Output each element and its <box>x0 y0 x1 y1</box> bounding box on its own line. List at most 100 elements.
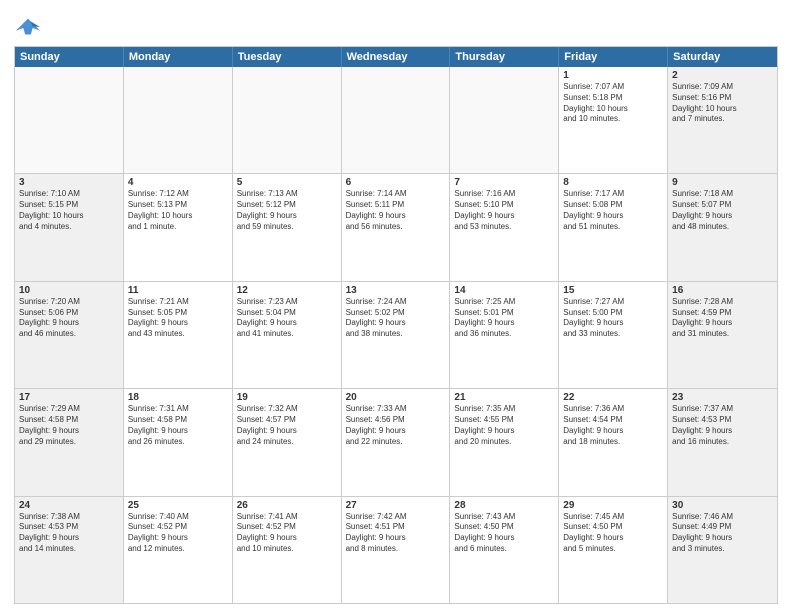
calendar-cell: 4Sunrise: 7:12 AM Sunset: 5:13 PM Daylig… <box>124 174 233 280</box>
day-info: Sunrise: 7:27 AM Sunset: 5:00 PM Dayligh… <box>563 297 663 340</box>
day-info: Sunrise: 7:25 AM Sunset: 5:01 PM Dayligh… <box>454 297 554 340</box>
day-info: Sunrise: 7:37 AM Sunset: 4:53 PM Dayligh… <box>672 404 773 447</box>
calendar-cell: 24Sunrise: 7:38 AM Sunset: 4:53 PM Dayli… <box>15 497 124 603</box>
day-info: Sunrise: 7:41 AM Sunset: 4:52 PM Dayligh… <box>237 512 337 555</box>
calendar-day-header: Sunday <box>15 47 124 67</box>
calendar-day-header: Saturday <box>668 47 777 67</box>
calendar-cell: 18Sunrise: 7:31 AM Sunset: 4:58 PM Dayli… <box>124 389 233 495</box>
day-info: Sunrise: 7:36 AM Sunset: 4:54 PM Dayligh… <box>563 404 663 447</box>
day-number: 1 <box>563 70 663 81</box>
calendar-cell: 12Sunrise: 7:23 AM Sunset: 5:04 PM Dayli… <box>233 282 342 388</box>
logo <box>14 14 46 42</box>
day-info: Sunrise: 7:17 AM Sunset: 5:08 PM Dayligh… <box>563 189 663 232</box>
day-info: Sunrise: 7:18 AM Sunset: 5:07 PM Dayligh… <box>672 189 773 232</box>
day-number: 11 <box>128 285 228 296</box>
calendar-body: 1Sunrise: 7:07 AM Sunset: 5:18 PM Daylig… <box>15 67 777 603</box>
day-number: 19 <box>237 392 337 403</box>
day-info: Sunrise: 7:12 AM Sunset: 5:13 PM Dayligh… <box>128 189 228 232</box>
calendar-cell: 29Sunrise: 7:45 AM Sunset: 4:50 PM Dayli… <box>559 497 668 603</box>
page-header <box>14 10 778 42</box>
calendar-day-header: Friday <box>559 47 668 67</box>
calendar-cell: 10Sunrise: 7:20 AM Sunset: 5:06 PM Dayli… <box>15 282 124 388</box>
day-info: Sunrise: 7:46 AM Sunset: 4:49 PM Dayligh… <box>672 512 773 555</box>
day-info: Sunrise: 7:20 AM Sunset: 5:06 PM Dayligh… <box>19 297 119 340</box>
day-number: 13 <box>346 285 446 296</box>
calendar-row: 10Sunrise: 7:20 AM Sunset: 5:06 PM Dayli… <box>15 281 777 388</box>
calendar-cell: 21Sunrise: 7:35 AM Sunset: 4:55 PM Dayli… <box>450 389 559 495</box>
calendar-cell: 17Sunrise: 7:29 AM Sunset: 4:58 PM Dayli… <box>15 389 124 495</box>
day-number: 20 <box>346 392 446 403</box>
calendar-day-header: Thursday <box>450 47 559 67</box>
day-info: Sunrise: 7:13 AM Sunset: 5:12 PM Dayligh… <box>237 189 337 232</box>
calendar-cell: 8Sunrise: 7:17 AM Sunset: 5:08 PM Daylig… <box>559 174 668 280</box>
day-number: 26 <box>237 500 337 511</box>
calendar-cell: 27Sunrise: 7:42 AM Sunset: 4:51 PM Dayli… <box>342 497 451 603</box>
day-number: 5 <box>237 177 337 188</box>
day-number: 21 <box>454 392 554 403</box>
day-number: 25 <box>128 500 228 511</box>
day-info: Sunrise: 7:40 AM Sunset: 4:52 PM Dayligh… <box>128 512 228 555</box>
calendar-cell: 2Sunrise: 7:09 AM Sunset: 5:16 PM Daylig… <box>668 67 777 173</box>
day-number: 9 <box>672 177 773 188</box>
calendar-cell: 9Sunrise: 7:18 AM Sunset: 5:07 PM Daylig… <box>668 174 777 280</box>
day-number: 28 <box>454 500 554 511</box>
calendar-cell: 11Sunrise: 7:21 AM Sunset: 5:05 PM Dayli… <box>124 282 233 388</box>
calendar-cell: 7Sunrise: 7:16 AM Sunset: 5:10 PM Daylig… <box>450 174 559 280</box>
calendar-cell <box>233 67 342 173</box>
day-number: 16 <box>672 285 773 296</box>
day-info: Sunrise: 7:35 AM Sunset: 4:55 PM Dayligh… <box>454 404 554 447</box>
calendar-cell: 6Sunrise: 7:14 AM Sunset: 5:11 PM Daylig… <box>342 174 451 280</box>
calendar-cell: 3Sunrise: 7:10 AM Sunset: 5:15 PM Daylig… <box>15 174 124 280</box>
day-info: Sunrise: 7:16 AM Sunset: 5:10 PM Dayligh… <box>454 189 554 232</box>
day-info: Sunrise: 7:43 AM Sunset: 4:50 PM Dayligh… <box>454 512 554 555</box>
day-info: Sunrise: 7:29 AM Sunset: 4:58 PM Dayligh… <box>19 404 119 447</box>
day-info: Sunrise: 7:33 AM Sunset: 4:56 PM Dayligh… <box>346 404 446 447</box>
day-info: Sunrise: 7:42 AM Sunset: 4:51 PM Dayligh… <box>346 512 446 555</box>
day-number: 8 <box>563 177 663 188</box>
day-info: Sunrise: 7:14 AM Sunset: 5:11 PM Dayligh… <box>346 189 446 232</box>
calendar-cell: 19Sunrise: 7:32 AM Sunset: 4:57 PM Dayli… <box>233 389 342 495</box>
day-number: 29 <box>563 500 663 511</box>
day-number: 12 <box>237 285 337 296</box>
calendar-cell: 1Sunrise: 7:07 AM Sunset: 5:18 PM Daylig… <box>559 67 668 173</box>
day-number: 2 <box>672 70 773 81</box>
day-info: Sunrise: 7:24 AM Sunset: 5:02 PM Dayligh… <box>346 297 446 340</box>
calendar-day-header: Monday <box>124 47 233 67</box>
day-number: 4 <box>128 177 228 188</box>
calendar-row: 17Sunrise: 7:29 AM Sunset: 4:58 PM Dayli… <box>15 388 777 495</box>
day-info: Sunrise: 7:28 AM Sunset: 4:59 PM Dayligh… <box>672 297 773 340</box>
calendar-cell: 25Sunrise: 7:40 AM Sunset: 4:52 PM Dayli… <box>124 497 233 603</box>
calendar-cell <box>124 67 233 173</box>
day-number: 24 <box>19 500 119 511</box>
calendar: SundayMondayTuesdayWednesdayThursdayFrid… <box>14 46 778 604</box>
day-info: Sunrise: 7:10 AM Sunset: 5:15 PM Dayligh… <box>19 189 119 232</box>
calendar-cell: 23Sunrise: 7:37 AM Sunset: 4:53 PM Dayli… <box>668 389 777 495</box>
calendar-cell <box>15 67 124 173</box>
calendar-day-header: Wednesday <box>342 47 451 67</box>
calendar-cell: 20Sunrise: 7:33 AM Sunset: 4:56 PM Dayli… <box>342 389 451 495</box>
day-info: Sunrise: 7:32 AM Sunset: 4:57 PM Dayligh… <box>237 404 337 447</box>
calendar-cell: 22Sunrise: 7:36 AM Sunset: 4:54 PM Dayli… <box>559 389 668 495</box>
calendar-row: 24Sunrise: 7:38 AM Sunset: 4:53 PM Dayli… <box>15 496 777 603</box>
day-number: 3 <box>19 177 119 188</box>
day-number: 14 <box>454 285 554 296</box>
day-number: 17 <box>19 392 119 403</box>
day-number: 15 <box>563 285 663 296</box>
day-info: Sunrise: 7:09 AM Sunset: 5:16 PM Dayligh… <box>672 82 773 125</box>
calendar-header: SundayMondayTuesdayWednesdayThursdayFrid… <box>15 47 777 67</box>
calendar-day-header: Tuesday <box>233 47 342 67</box>
calendar-cell: 16Sunrise: 7:28 AM Sunset: 4:59 PM Dayli… <box>668 282 777 388</box>
day-info: Sunrise: 7:38 AM Sunset: 4:53 PM Dayligh… <box>19 512 119 555</box>
logo-icon <box>14 14 42 42</box>
day-number: 23 <box>672 392 773 403</box>
calendar-row: 3Sunrise: 7:10 AM Sunset: 5:15 PM Daylig… <box>15 173 777 280</box>
calendar-cell: 13Sunrise: 7:24 AM Sunset: 5:02 PM Dayli… <box>342 282 451 388</box>
day-info: Sunrise: 7:23 AM Sunset: 5:04 PM Dayligh… <box>237 297 337 340</box>
day-info: Sunrise: 7:31 AM Sunset: 4:58 PM Dayligh… <box>128 404 228 447</box>
day-number: 18 <box>128 392 228 403</box>
calendar-cell: 30Sunrise: 7:46 AM Sunset: 4:49 PM Dayli… <box>668 497 777 603</box>
calendar-cell <box>342 67 451 173</box>
day-info: Sunrise: 7:21 AM Sunset: 5:05 PM Dayligh… <box>128 297 228 340</box>
calendar-cell: 5Sunrise: 7:13 AM Sunset: 5:12 PM Daylig… <box>233 174 342 280</box>
calendar-cell: 28Sunrise: 7:43 AM Sunset: 4:50 PM Dayli… <box>450 497 559 603</box>
